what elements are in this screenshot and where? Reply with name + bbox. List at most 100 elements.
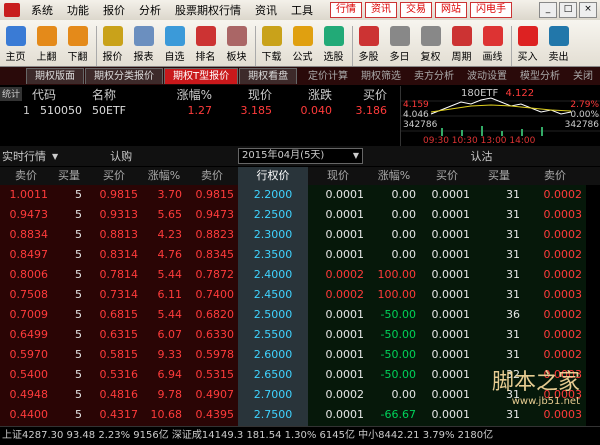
toolbar-button-4[interactable]: 报表 [128,26,159,66]
maximize-button[interactable]: □ [559,2,577,18]
toolbar-button-6[interactable]: 排名 [190,26,221,66]
rank-icon [195,26,216,46]
menu-system[interactable]: 系统 [24,2,60,18]
cell-1: 5 [52,245,86,265]
quick-market-button[interactable]: 行情 [330,2,362,18]
toolbar-button-15[interactable]: 画线 [477,26,508,66]
toolbar-button-13[interactable]: 复权 [415,26,446,66]
column-header-4[interactable]: 卖价 [186,167,238,185]
cell-0: 0.5970 [0,345,52,365]
cell-2: 0.5815 [86,345,142,365]
toolbar-label: 多日 [389,52,410,63]
expiry-select[interactable]: 2015年04月(5天) ▼ [238,148,363,164]
chevron-down-icon[interactable]: ▼ [52,152,58,161]
quote-change: 0.040 [300,104,333,117]
toolbar-button-9[interactable]: 公式 [287,26,318,66]
header-bid[interactable]: 买价 [332,86,387,103]
cell-10: 0.0002 [524,345,586,365]
menu-function[interactable]: 功能 [60,2,96,18]
cell-9: 31 [474,265,524,285]
table-row[interactable]: 0.7009 5 0.6815 5.44 0.6820 2.5000 0.0001 -50.0… [0,305,600,325]
tab-link-2[interactable]: 卖方分析 [408,69,460,84]
toolbar-button-16[interactable]: 买入 [511,26,543,66]
column-header-8[interactable]: 买价 [420,167,474,185]
menu-news[interactable]: 资讯 [248,2,284,18]
tab-3[interactable]: 期权看盘 [239,68,298,84]
cell-3: 4.76 [142,245,186,265]
realtime-dropdown[interactable]: 实时行情 [0,148,46,164]
mini-chart[interactable]: 180ETF 4.122 4.159 4.046 342786 2.79% 0.… [400,86,600,146]
tab-link-0[interactable]: 定价计算 [302,69,354,84]
column-header-6[interactable]: 现价 [308,167,368,185]
menu-analysis[interactable]: 分析 [132,2,168,18]
quick-website-button[interactable]: 网站 [435,2,467,18]
table-row[interactable]: 0.4400 5 0.4317 10.68 0.4395 2.7500 0.0001 -66.… [0,405,600,425]
column-header-0[interactable]: 卖价 [0,167,52,185]
cell-5: 2.2000 [238,185,308,205]
menu-tools[interactable]: 工具 [284,2,320,18]
toolbar-button-17[interactable]: 卖出 [543,26,574,66]
toolbar-button-5[interactable]: 自选 [159,26,190,66]
toolbar-button-1[interactable]: 上翻 [31,26,62,66]
expiry-chevron-icon[interactable]: ▼ [353,149,359,163]
menu-options-market[interactable]: 股票期权行情 [168,2,248,18]
table-row[interactable]: 0.6499 5 0.6315 6.07 0.6330 2.5500 0.0001 -50.0… [0,325,600,345]
tab-2[interactable]: 期权T型报价 [164,68,239,84]
toolbar-button-14[interactable]: 周期 [446,26,477,66]
cell-4: 0.7400 [186,285,238,305]
cell-10: 0.0002 [524,325,586,345]
toolbar-button-8[interactable]: 下载 [255,26,287,66]
table-row[interactable]: 0.8497 5 0.8314 4.76 0.8345 2.3500 0.0001 0.00 0… [0,245,600,265]
tab-link-1[interactable]: 期权筛选 [355,69,407,84]
tab-0[interactable]: 期权版面 [26,68,84,84]
header-change[interactable]: 涨跌 [272,86,332,103]
toolbar-label: 上翻 [36,52,57,63]
tab-link-5[interactable]: 关闭 [567,69,599,84]
minimize-button[interactable]: _ [539,2,557,18]
cell-3: 6.11 [142,285,186,305]
cell-2: 0.6815 [86,305,142,325]
table-row[interactable]: 0.7508 5 0.7314 6.11 0.7400 2.4500 0.0002 100.0… [0,285,600,305]
column-header-5[interactable]: 行权价 [238,167,308,185]
tab-link-3[interactable]: 波动设置 [461,69,513,84]
tab-1[interactable]: 期权分类报价 [85,68,163,84]
table-row[interactable]: 0.9473 5 0.9313 5.65 0.9473 2.2500 0.0001 0.00 0… [0,205,600,225]
table-row[interactable]: 0.5970 5 0.5815 9.33 0.5978 2.6000 0.0001 -50.0… [0,345,600,365]
quick-news-button[interactable]: 资讯 [365,2,397,18]
header-name[interactable]: 名称 [82,86,162,103]
table-row[interactable]: 0.8834 5 0.8813 4.23 0.8823 2.3000 0.0001 0.00 0… [0,225,600,245]
toolbar-button-7[interactable]: 板块 [221,26,252,66]
cell-1: 5 [52,225,86,245]
cell-5: 2.2500 [238,205,308,225]
cell-2: 0.7314 [86,285,142,305]
toolbar-button-11[interactable]: 多股 [352,26,384,66]
tab-link-4[interactable]: 模型分析 [514,69,566,84]
table-row[interactable]: 1.0011 5 0.9815 3.70 0.9815 2.2000 0.0001 0.00 0… [0,185,600,205]
cell-9: 31 [474,285,524,305]
column-header-7[interactable]: 涨幅% [368,167,420,185]
header-code[interactable]: 代码 [22,86,82,103]
quick-trade-button[interactable]: 交易 [400,2,432,18]
quote-row[interactable]: 1 510050 50ETF 1.27 3.185 0.040 3.186 [0,104,400,121]
header-pct[interactable]: 涨幅% [162,86,212,103]
stats-toggle[interactable]: 统计 [0,87,22,101]
toolbar-button-12[interactable]: 多日 [384,26,415,66]
toolbar-button-10[interactable]: 选股 [318,26,349,66]
column-header-1[interactable]: 买量 [52,167,86,185]
close-button[interactable]: × [579,2,597,18]
column-header-9[interactable]: 买量 [474,167,524,185]
column-header-3[interactable]: 涨幅% [142,167,186,185]
toolbar-button-3[interactable]: 报价 [96,26,128,66]
column-header-2[interactable]: 买价 [86,167,142,185]
toolbar-button-0[interactable]: 主页 [0,26,31,66]
quick-flash-button[interactable]: 闪电手 [470,2,512,18]
header-price[interactable]: 现价 [212,86,272,103]
toolbar-button-2[interactable]: 下翻 [62,26,93,66]
toolbar-label: 板块 [226,52,247,63]
menu-quote[interactable]: 报价 [96,2,132,18]
quote-code: 510050 [40,104,82,117]
column-header-10[interactable]: 卖价 [524,167,586,185]
cell-4: 0.4395 [186,405,238,425]
table-row[interactable]: 0.8006 5 0.7814 5.44 0.7872 2.4000 0.0002 100.0… [0,265,600,285]
cell-0: 0.4400 [0,405,52,425]
